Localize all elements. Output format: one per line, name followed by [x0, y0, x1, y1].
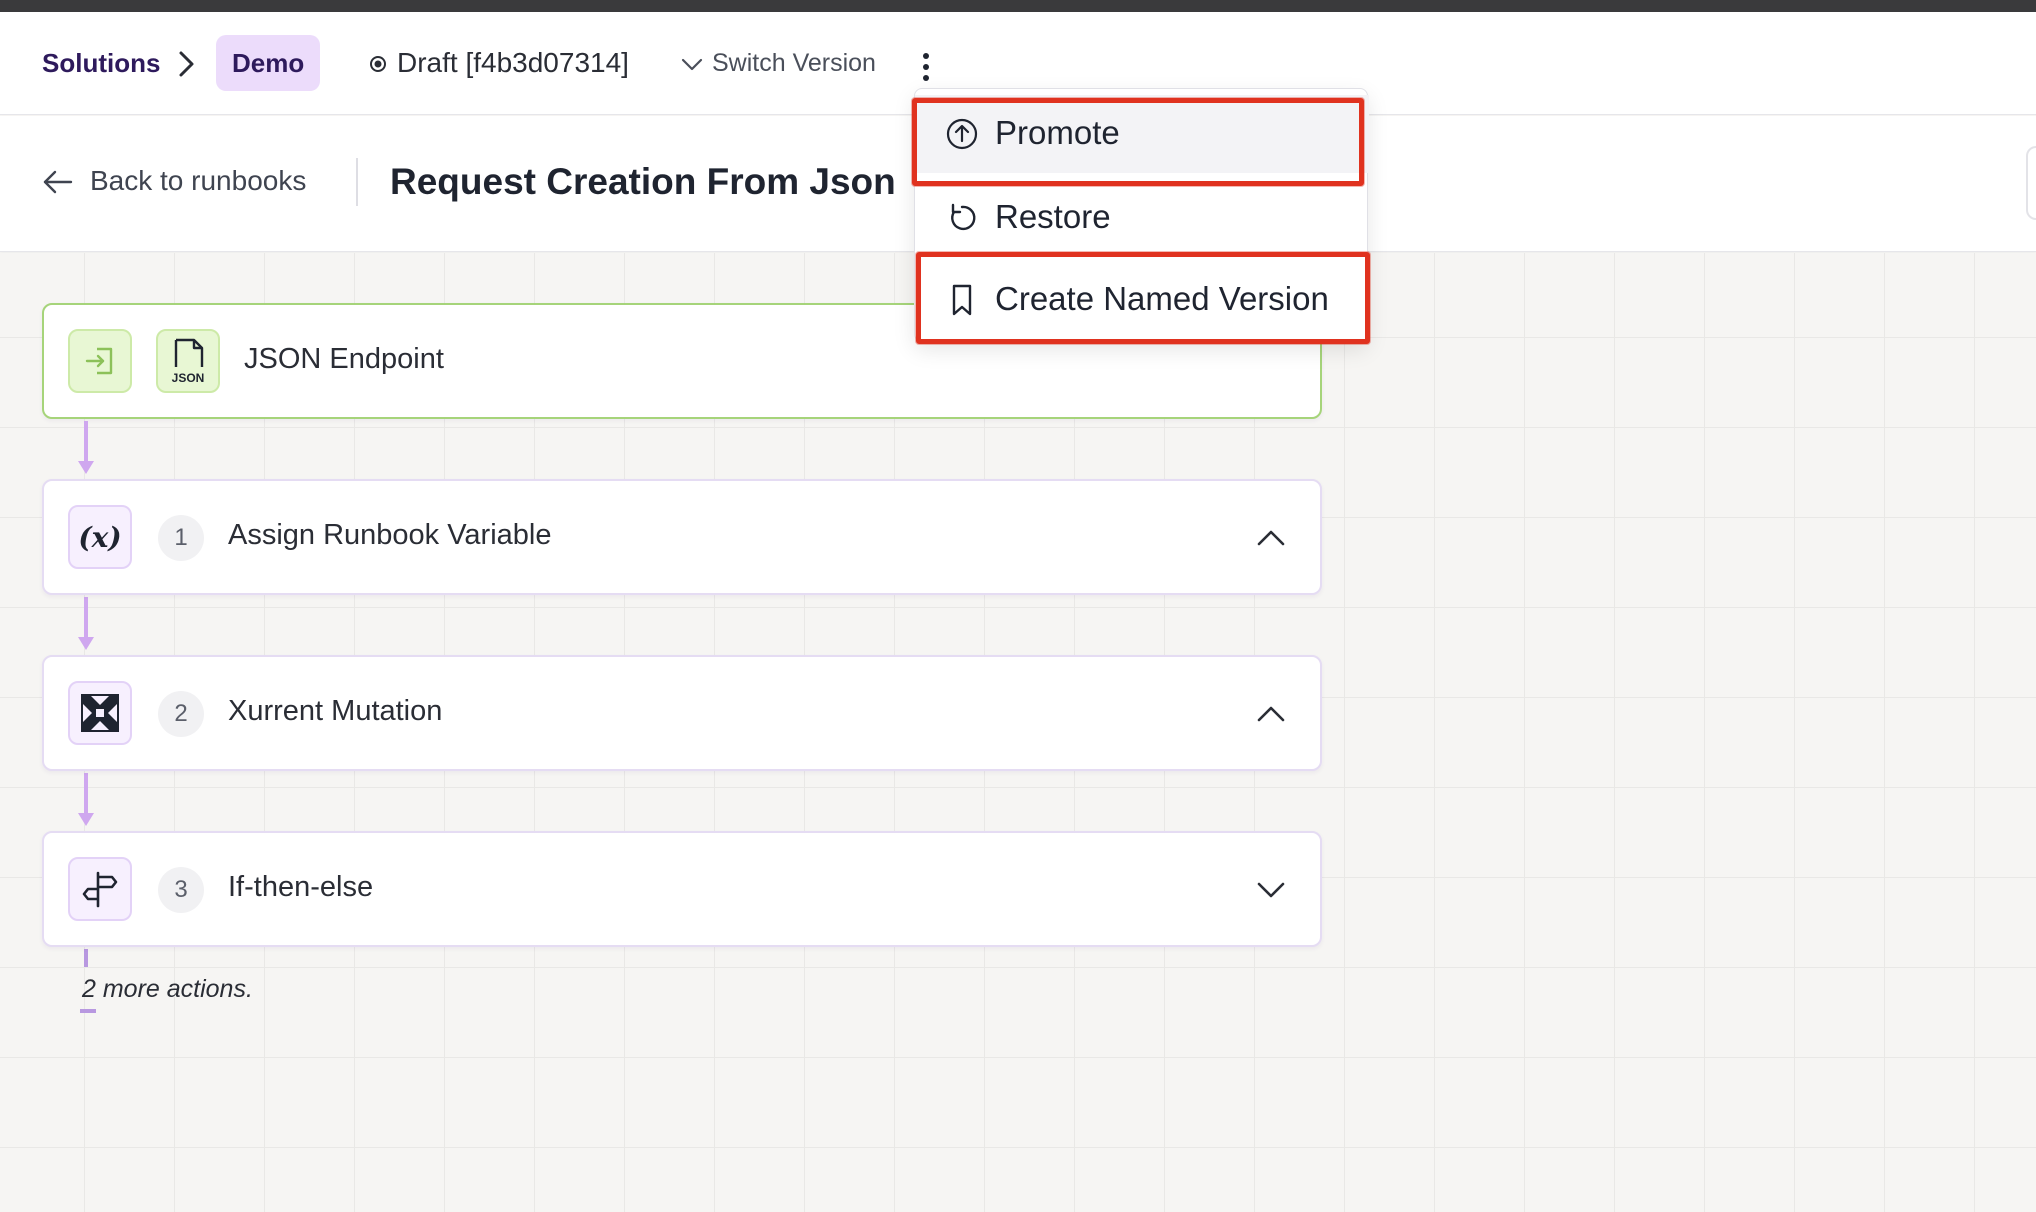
back-to-runbooks-link[interactable]: Back to runbooks: [90, 165, 306, 197]
step-number-badge: 3: [158, 867, 204, 913]
breadcrumb-demo[interactable]: Demo: [216, 35, 321, 91]
side-panel-edge: [2026, 146, 2036, 220]
connector-line: [84, 949, 88, 967]
connector-line: [84, 421, 88, 465]
xurrent-logo-icon: [68, 681, 132, 745]
window-top-strip: [0, 0, 2036, 12]
chevron-right-icon: [179, 51, 194, 77]
divider: [356, 158, 358, 206]
json-file-icon-text: JSON: [172, 371, 205, 385]
step-card-if-then-else[interactable]: 3 If-then-else: [42, 831, 1322, 947]
json-file-icon: JSON: [156, 329, 220, 393]
more-actions-link[interactable]: 2 more actions.: [82, 975, 253, 1004]
highlight-box-promote: [912, 98, 1364, 186]
page-title: Request Creation From Json: [390, 161, 896, 202]
switch-version-button[interactable]: Switch Version: [712, 49, 876, 78]
chevron-down-icon[interactable]: [680, 52, 704, 76]
arrow-down-icon: [78, 813, 94, 826]
variable-icon-text: (x): [78, 520, 122, 554]
more-options-icon[interactable]: [914, 50, 938, 84]
step-number-badge: 2: [158, 691, 204, 737]
draft-version-label: Draft [f4b3d07314]: [397, 47, 629, 78]
arrow-down-icon: [78, 461, 94, 474]
step-card-assign-runbook-variable[interactable]: (x) 1 Assign Runbook Variable: [42, 479, 1322, 595]
step-label: If-then-else: [228, 871, 374, 903]
arrow-left-icon[interactable]: [42, 168, 74, 196]
menu-item-label: Restore: [995, 198, 1111, 235]
variable-icon: (x): [68, 505, 132, 569]
step-label: Xurrent Mutation: [228, 695, 443, 727]
more-actions-underline: [80, 1009, 96, 1013]
chevron-up-icon[interactable]: [1256, 523, 1286, 553]
breadcrumb-solutions[interactable]: Solutions: [42, 48, 160, 79]
connector-line: [84, 773, 88, 817]
signpost-icon: [68, 857, 132, 921]
menu-item-restore[interactable]: Restore: [915, 179, 1369, 257]
connector-line: [84, 597, 88, 641]
chevron-up-icon[interactable]: [1256, 699, 1286, 729]
chevron-down-icon[interactable]: [1256, 875, 1286, 905]
trigger-label: JSON Endpoint: [244, 343, 444, 375]
step-number-badge: 1: [158, 515, 204, 561]
highlight-box-create-named-version: [916, 252, 1370, 344]
restore-icon: [951, 203, 976, 231]
radio-dot-icon: [370, 56, 386, 72]
step-card-xurrent-mutation[interactable]: 2 Xurrent Mutation: [42, 655, 1322, 771]
arrow-down-icon: [78, 637, 94, 650]
step-label: Assign Runbook Variable: [228, 519, 552, 551]
sign-in-icon: [68, 329, 132, 393]
